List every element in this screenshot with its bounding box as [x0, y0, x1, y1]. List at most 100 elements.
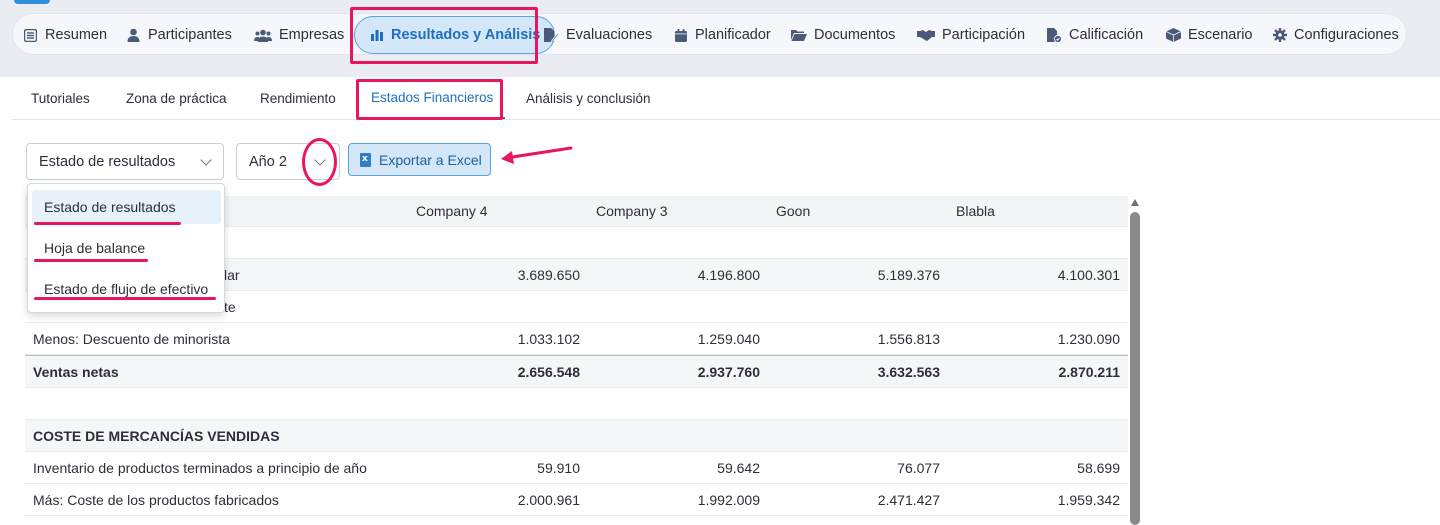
bar-chart-icon — [369, 28, 384, 43]
nav-label: Calificación — [1069, 27, 1144, 43]
chevron-down-icon — [314, 154, 326, 166]
row-label: Inventario de productos terminados a pri… — [33, 459, 367, 476]
table-scrollbar[interactable] — [1129, 196, 1141, 525]
nav-label: Escenario — [1188, 27, 1253, 43]
nav-label: Resumen — [45, 27, 108, 43]
nav-label: Configuraciones — [1294, 27, 1399, 43]
nav-item-evaluaciones[interactable]: Evaluaciones — [544, 14, 652, 56]
nav-label: Planificador — [695, 27, 771, 43]
box-icon — [1166, 28, 1181, 43]
nav-label: Evaluaciones — [566, 27, 653, 43]
row-label: te — [224, 298, 236, 315]
table-row: Más: Coste de los productos fabricados 2… — [25, 484, 1128, 516]
handshake-icon — [917, 28, 935, 43]
cell-value: 2.937.760 — [697, 363, 760, 380]
nav-item-escenario[interactable]: Escenario — [1166, 14, 1252, 56]
nav-item-participantes[interactable]: Participantes — [126, 14, 232, 56]
cell-value: 1.556.813 — [877, 330, 940, 347]
cell-value: 1.259.040 — [697, 330, 760, 347]
row-label: Menos: Descuento de minorista — [33, 330, 230, 347]
cell-value: 1.992.009 — [697, 491, 760, 508]
tab-analisis-y-conclusion[interactable]: Análisis y conclusión — [526, 77, 651, 119]
nav-label: Documentos — [814, 27, 896, 43]
column-header: Company 4 — [416, 203, 488, 219]
nav-item-resumen[interactable]: Resumen — [23, 14, 107, 56]
option-label: Estado de resultados — [44, 199, 176, 215]
row-label: Ventas netas — [33, 363, 119, 380]
excel-file-icon — [360, 152, 371, 167]
sub-tabs-bar: Tutoriales Zona de práctica Rendimiento … — [12, 77, 1440, 120]
cell-value: 3.689.650 — [517, 266, 580, 283]
tab-rendimiento[interactable]: Rendimiento — [260, 77, 336, 119]
nav-label: Empresas — [279, 27, 345, 43]
users-icon — [254, 28, 272, 43]
section-heading: COSTE DE MERCANCÍAS VENDIDAS — [33, 427, 280, 444]
select-value: Estado de resultados — [39, 153, 176, 170]
tab-label: Rendimiento — [260, 90, 336, 106]
cell-value: 58.699 — [1077, 459, 1120, 476]
nav-label: Participantes — [148, 27, 232, 43]
nav-item-configuraciones[interactable]: Configuraciones — [1272, 14, 1399, 56]
list-icon — [23, 28, 38, 43]
cell-value: 59.642 — [717, 459, 760, 476]
year-select[interactable]: Año 2 — [236, 143, 340, 180]
cell-value: 4.100.301 — [1057, 266, 1120, 283]
table-row — [25, 388, 1128, 420]
cell-value: 5.189.376 — [877, 266, 940, 283]
scroll-up-arrow-icon[interactable] — [1131, 199, 1139, 206]
nav-label: Participación — [942, 27, 1026, 43]
dropdown-option-estado-de-flujo-de-efectivo[interactable]: Estado de flujo de efectivo — [32, 272, 221, 306]
gear-icon — [1272, 28, 1287, 43]
table-row-section: COSTE DE MERCANCÍAS VENDIDAS — [25, 420, 1128, 452]
user-icon — [126, 28, 141, 43]
nav-item-planificador[interactable]: Planificador — [673, 14, 771, 56]
export-excel-button[interactable]: Exportar a Excel — [348, 143, 491, 176]
nav-item-documentos[interactable]: Documentos — [791, 14, 895, 56]
main-nav-bar: Resumen Participantes Empresas Resultado… — [12, 13, 1407, 55]
grade-document-icon — [1047, 27, 1062, 43]
column-header: Blabla — [956, 203, 995, 219]
cell-value: 2.471.427 — [877, 491, 940, 508]
top-navigation-area: Resumen Participantes Empresas Resultado… — [0, 0, 1440, 77]
export-label: Exportar a Excel — [379, 151, 482, 168]
table-row: Inventario de productos terminados a pri… — [25, 452, 1128, 484]
statement-type-dropdown: Estado de resultados Hoja de balance Est… — [27, 183, 225, 313]
cell-value: 2.000.961 — [517, 491, 580, 508]
app-indicator — [14, 0, 50, 4]
tab-zona-de-practica[interactable]: Zona de práctica — [126, 77, 227, 119]
nav-item-empresas[interactable]: Empresas — [254, 14, 344, 56]
cell-value: 2.656.548 — [517, 363, 580, 380]
dropdown-option-estado-de-resultados[interactable]: Estado de resultados — [32, 190, 221, 224]
cell-value: 4.196.800 — [697, 266, 760, 283]
option-label: Hoja de balance — [44, 240, 146, 256]
chevron-down-icon — [200, 154, 212, 166]
option-label: Estado de flujo de efectivo — [44, 281, 209, 297]
tab-label: Zona de práctica — [126, 90, 227, 106]
calendar-icon — [673, 28, 688, 43]
cell-value: 2.870.211 — [1058, 363, 1120, 380]
cell-value: 3.632.563 — [877, 363, 940, 380]
folder-open-icon — [791, 28, 807, 43]
nav-item-resultados-y-analisis[interactable]: Resultados y Análisis — [354, 16, 556, 54]
statement-type-select[interactable]: Estado de resultados — [26, 143, 224, 180]
tab-tutoriales[interactable]: Tutoriales — [31, 77, 90, 119]
cell-value: 59.910 — [537, 459, 580, 476]
table-row-total: Ventas netas 2.656.548 2.937.760 3.632.5… — [25, 355, 1128, 388]
nav-item-calificacion[interactable]: Calificación — [1047, 14, 1143, 56]
tab-label: Análisis y conclusión — [526, 90, 651, 106]
edit-document-icon — [544, 28, 559, 43]
cell-value: 1.959.342 — [1057, 491, 1120, 508]
table-row: Menos: Descuento de minorista 1.033.102 … — [25, 323, 1128, 355]
cell-value: 1.230.090 — [1057, 330, 1120, 347]
nav-label: Resultados y Análisis — [391, 27, 541, 43]
row-label: Más: Coste de los productos fabricados — [33, 491, 279, 508]
dropdown-option-hoja-de-balance[interactable]: Hoja de balance — [32, 231, 221, 265]
tab-label: Estados Financieros — [371, 89, 494, 105]
nav-item-participacion[interactable]: Participación — [917, 14, 1025, 56]
column-header: Goon — [776, 203, 811, 219]
tab-estados-financieros[interactable]: Estados Financieros — [359, 77, 506, 119]
tab-label: Tutoriales — [31, 90, 90, 106]
cell-value: 76.077 — [897, 459, 940, 476]
scrollbar-thumb[interactable] — [1130, 212, 1140, 525]
select-value: Año 2 — [249, 153, 287, 170]
